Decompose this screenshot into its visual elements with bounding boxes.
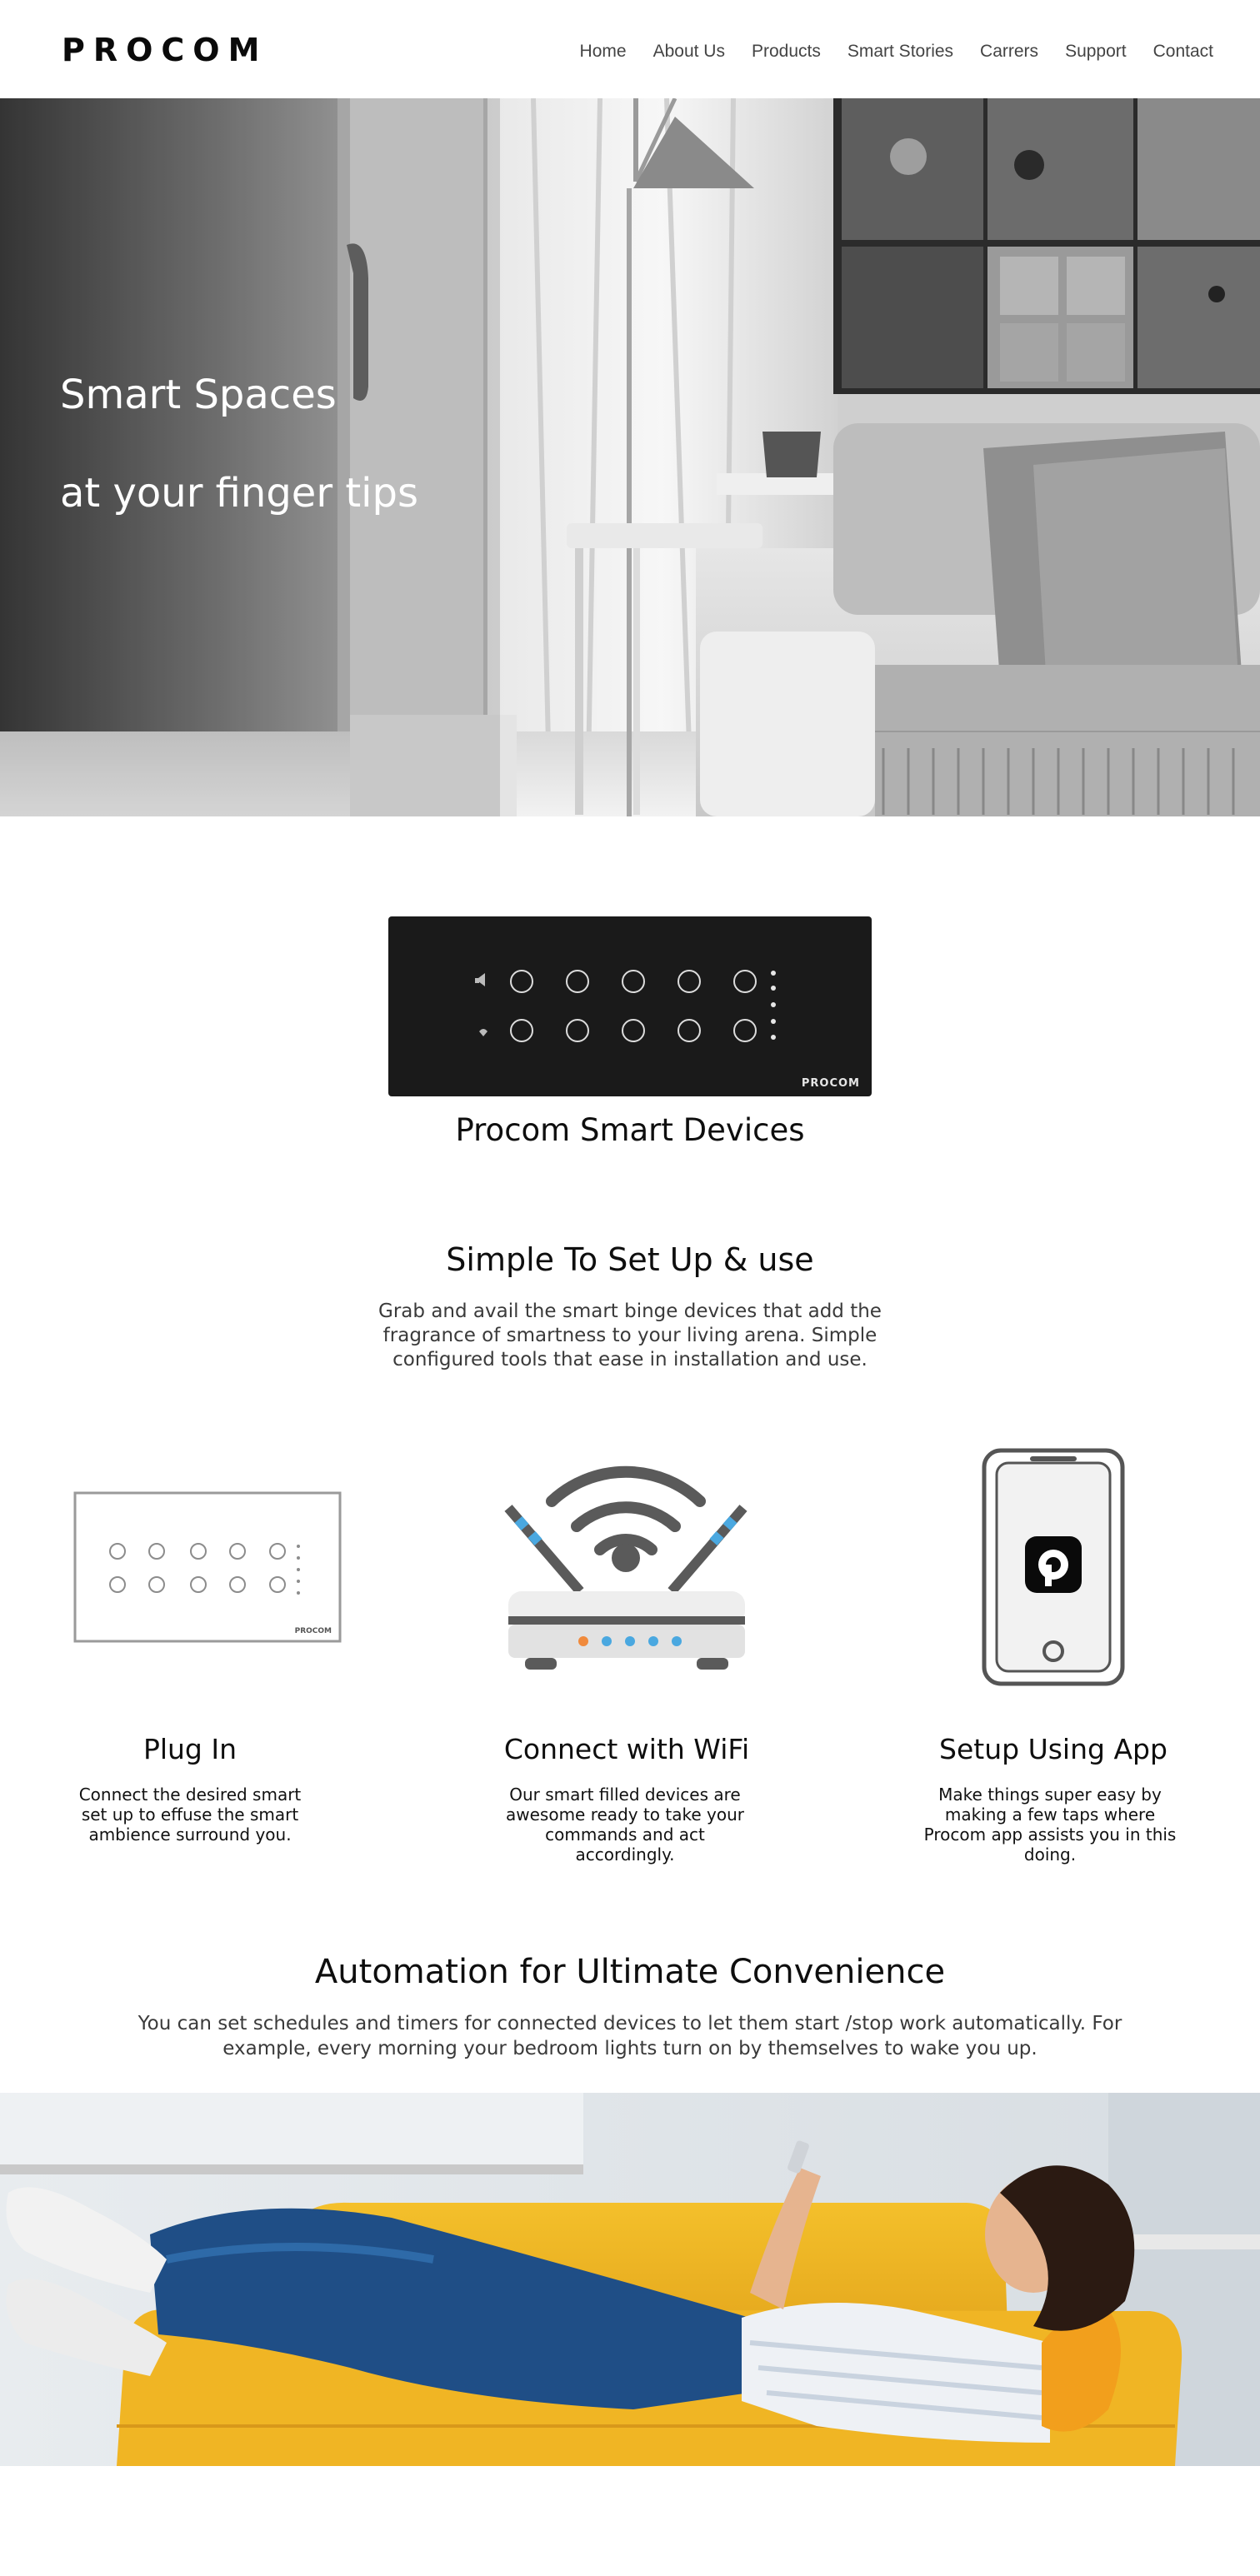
procom-logo[interactable]: PROCOM [62,32,268,68]
feature-title-plug-in: Plug In [142,1733,238,1765]
nav-products[interactable]: Products [752,42,821,62]
hero-living-room-image [0,98,1260,816]
device-caption: Procom Smart Devices [455,1112,805,1148]
nav-home[interactable]: Home [580,42,627,62]
site-header: PROCOM Home About Us Products Smart Stor… [0,0,1260,98]
feature-text-connect-wifi: Our smart filled devices are awesome rea… [506,1785,744,1865]
woman-on-sofa-photo [0,2093,1260,2466]
panel-brand-text: PROCOM [802,1077,860,1090]
setup-description: Grab and avail the smart binge devices t… [378,1300,882,1370]
nav-contact[interactable]: Contact [1153,42,1213,62]
wifi-router-icon [500,1441,752,1689]
nav-smart-stories[interactable]: Smart Stories [848,42,953,62]
nav-about-us[interactable]: About Us [653,42,725,62]
nav-carrers[interactable]: Carrers [980,42,1038,62]
feature-title-connect-wifi: Connect with WiFi [503,1733,750,1765]
automation-description: You can set schedules and timers for con… [138,2013,1122,2059]
hero-headline-line2: at your finger tips [60,470,418,517]
setup-title: Simple To Set Up & use [446,1241,814,1278]
smartphone-app-icon [982,1448,1125,1690]
automation-title: Automation for Ultimate Convenience [314,1953,946,1991]
switch-panel-icon: PROCOM [73,1491,342,1647]
feature-title-setup-app: Setup Using App [939,1733,1168,1765]
nav-support[interactable]: Support [1065,42,1127,62]
hero-headline-line1: Smart Spaces [60,372,337,418]
main-nav: Home About Us Products Smart Stories Car… [553,42,1213,62]
feature-text-plug-in: Connect the desired smart set up to effu… [78,1785,302,1845]
icon-brand-text: PROCOM [295,1627,332,1635]
hero-banner: Smart Spaces at your finger tips [0,98,1260,816]
smart-switch-panel-image: PROCOM [388,916,872,1096]
feature-text-setup-app: Make things super easy by making a few t… [923,1785,1177,1865]
